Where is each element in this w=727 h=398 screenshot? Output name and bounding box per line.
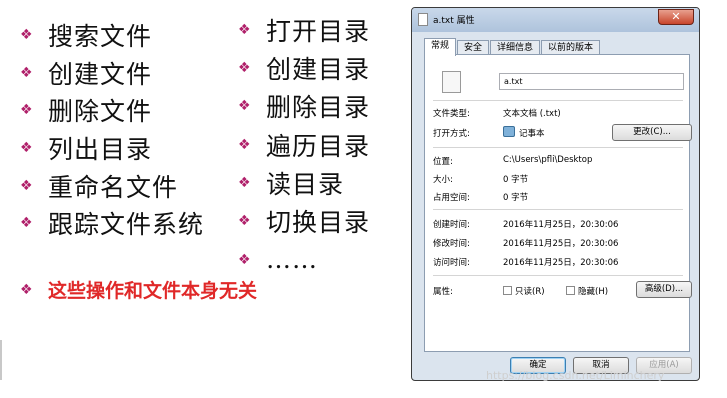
list-item: ❖ 删除目录 — [238, 93, 371, 122]
list-item: ❖ 跟踪文件系统 — [20, 210, 205, 239]
list-item: ❖ 切换目录 — [238, 208, 371, 237]
tab-bar: 常规 安全 详细信息 以前的版本 — [424, 38, 601, 56]
disk-size-label: 占用空间: — [433, 193, 470, 203]
diamond-bullet-icon: ❖ — [20, 215, 33, 231]
open-with-label: 打开方式: — [433, 129, 470, 139]
watermark: https://blog.csdn.net/Liminchery — [486, 369, 665, 382]
size-label: 大小: — [433, 175, 453, 185]
filename-field[interactable]: a.txt — [499, 73, 684, 90]
close-button[interactable]: ✕ — [658, 9, 694, 25]
created-value: 2016年11月25日，20:30:06 — [503, 220, 619, 230]
list-item: ❖ 重命名文件 — [20, 173, 179, 202]
advanced-button[interactable]: 高级(D)... — [636, 281, 692, 298]
list-item: ❖ 创建文件 — [20, 60, 153, 89]
created-label: 创建时间: — [433, 220, 470, 230]
list-item: ❖…… — [238, 245, 318, 274]
list-item: ❖ 打开目录 — [238, 17, 371, 46]
diamond-bullet-icon: ❖ — [238, 213, 251, 229]
accessed-label: 访问时间: — [433, 258, 470, 268]
location-value: C:\Users\pfli\Desktop — [503, 155, 593, 165]
diamond-bullet-icon: ❖ — [20, 27, 33, 43]
list-item: ❖ 创建目录 — [238, 55, 371, 84]
diamond-bullet-icon: ❖ — [238, 98, 251, 114]
size-value: 0 字节 — [503, 175, 529, 185]
diamond-bullet-icon: ❖ — [20, 281, 33, 298]
list-item: ❖ 列出目录 — [20, 135, 153, 164]
disk-size-value: 0 字节 — [503, 193, 529, 203]
diamond-bullet-icon: ❖ — [238, 137, 251, 153]
separator — [433, 100, 683, 101]
separator — [433, 147, 683, 148]
text-file-icon — [442, 71, 461, 93]
diamond-bullet-icon: ❖ — [238, 60, 251, 76]
modified-value: 2016年11月25日，20:30:06 — [503, 239, 619, 249]
note-item: ❖ 这些操作和文件本身无关 — [20, 280, 258, 302]
diamond-bullet-icon: ❖ — [20, 102, 33, 118]
list-item: ❖ 删除文件 — [20, 97, 153, 126]
separator — [433, 209, 683, 210]
properties-dialog: a.txt 属性 ✕ 常规 安全 详细信息 以前的版本 a.txt 文件类型: … — [411, 7, 700, 381]
change-button[interactable]: 更改(C)... — [612, 124, 692, 141]
hidden-checkbox[interactable] — [566, 286, 575, 295]
file-icon — [418, 13, 428, 26]
diamond-bullet-icon: ❖ — [238, 175, 251, 191]
diamond-bullet-icon: ❖ — [238, 251, 251, 268]
readonly-checkbox[interactable] — [503, 286, 512, 295]
accessed-value: 2016年11月25日，20:30:06 — [503, 258, 619, 268]
dialog-titlebar[interactable]: a.txt 属性 ✕ — [412, 8, 699, 32]
hidden-label[interactable]: 隐藏(H) — [578, 285, 608, 297]
readonly-label[interactable]: 只读(R) — [515, 285, 545, 297]
dialog-title: a.txt 属性 — [433, 16, 475, 26]
attributes-label: 属性: — [433, 287, 453, 297]
modified-label: 修改时间: — [433, 239, 470, 249]
list-item: ❖ 读目录 — [238, 170, 345, 199]
general-panel: a.txt 文件类型: 文本文档 (.txt) 打开方式: 记事本 更改(C).… — [424, 54, 692, 352]
diamond-bullet-icon: ❖ — [20, 65, 33, 81]
slide-edge-divider — [0, 340, 2, 380]
diamond-bullet-icon: ❖ — [20, 140, 33, 156]
type-value: 文本文档 (.txt) — [503, 109, 561, 119]
list-item: ❖ 搜索文件 — [20, 22, 153, 51]
tab-general[interactable]: 常规 — [424, 38, 457, 56]
list-item: ❖ 遍历目录 — [238, 132, 371, 161]
diamond-bullet-icon: ❖ — [20, 178, 33, 194]
separator — [433, 275, 683, 276]
notepad-icon — [503, 126, 515, 137]
open-with-value: 记事本 — [519, 129, 545, 139]
location-label: 位置: — [433, 157, 453, 167]
type-label: 文件类型: — [433, 109, 470, 119]
diamond-bullet-icon: ❖ — [238, 22, 251, 38]
